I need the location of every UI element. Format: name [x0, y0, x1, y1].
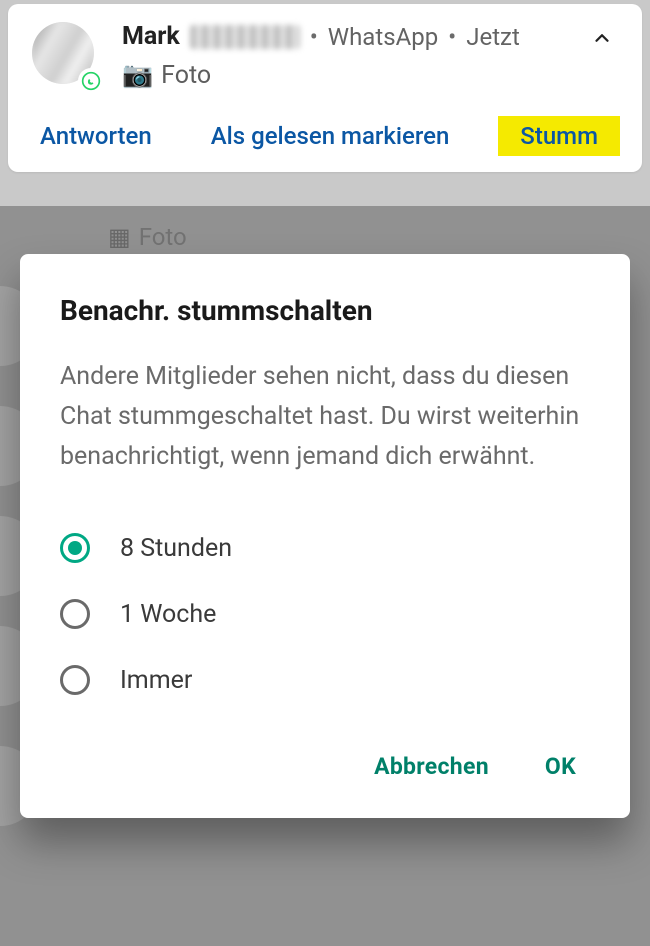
sender-name: Mark	[122, 22, 180, 51]
dialog-description: Andere Mitglieder sehen nicht, dass du d…	[60, 357, 590, 477]
sender-surname-redacted	[190, 25, 300, 49]
option-label: 8 Stunden	[120, 534, 232, 563]
option-label: 1 Woche	[120, 600, 216, 629]
radio-unselected-icon	[60, 599, 90, 629]
mark-read-button[interactable]: Als gelesen markieren	[201, 116, 460, 156]
chevron-up-icon	[591, 27, 613, 49]
reply-button[interactable]: Antworten	[30, 116, 162, 156]
notification-actions: Antworten Als gelesen markieren Stumm	[26, 116, 624, 156]
radio-unselected-icon	[60, 665, 90, 695]
cancel-button[interactable]: Abbrechen	[368, 743, 495, 790]
mute-button[interactable]: Stumm	[498, 116, 620, 156]
notification-card: Mark • WhatsApp • Jetzt 📷 Foto Antworten…	[8, 4, 642, 172]
collapse-button[interactable]	[582, 18, 622, 58]
option-label: Immer	[120, 666, 192, 695]
message-preview: Foto	[161, 61, 211, 90]
notification-time: Jetzt	[466, 23, 520, 51]
mute-options: 8 Stunden 1 Woche Immer	[60, 515, 590, 713]
notification-title-line: Mark • WhatsApp • Jetzt	[122, 22, 624, 51]
ok-button[interactable]: OK	[539, 743, 582, 790]
avatar-wrap	[32, 22, 100, 90]
camera-icon: 📷	[122, 61, 153, 90]
mute-option-always[interactable]: Immer	[60, 647, 590, 713]
mute-option-8h[interactable]: 8 Stunden	[60, 515, 590, 581]
mute-dialog: Benachr. stummschalten Andere Mitglieder…	[20, 254, 630, 818]
dialog-actions: Abbrechen OK	[60, 743, 590, 790]
mute-option-1w[interactable]: 1 Woche	[60, 581, 590, 647]
whatsapp-badge-icon	[78, 68, 104, 94]
dialog-title: Benachr. stummschalten	[60, 294, 590, 327]
radio-selected-icon	[60, 533, 90, 563]
source-app: WhatsApp	[328, 23, 438, 51]
